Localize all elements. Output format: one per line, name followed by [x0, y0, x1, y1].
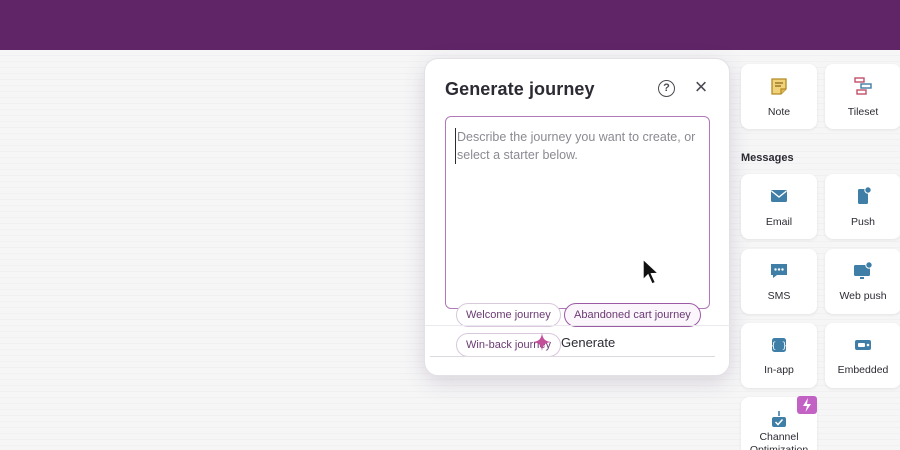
- journey-prompt-textarea[interactable]: Describe the journey you want to create,…: [445, 116, 710, 357]
- tile-embedded[interactable]: Embedded: [825, 323, 900, 388]
- dialog-title: Generate journey: [445, 79, 595, 99]
- tileset-icon: [854, 77, 872, 95]
- tile-email[interactable]: Email: [741, 174, 817, 239]
- generate-journey-dialog: Generate journey ? × Describe the journe…: [424, 58, 731, 376]
- tile-note[interactable]: Note: [741, 64, 817, 129]
- in-app-icon: { }: [771, 338, 787, 352]
- tile-sms[interactable]: SMS: [741, 249, 817, 314]
- tile-label: Note: [767, 106, 791, 118]
- tile-label: Tileset: [847, 106, 879, 118]
- generate-button[interactable]: Generate: [533, 329, 615, 355]
- email-icon: [771, 190, 787, 202]
- prompt-placeholder: Describe the journey you want to create,…: [455, 128, 700, 164]
- tile-label: Embedded: [837, 364, 889, 376]
- top-bar: [0, 0, 900, 50]
- tile-label: In-app: [764, 364, 794, 376]
- channel-optimization-icon: [772, 411, 786, 427]
- messages-section-heading: Messages: [741, 152, 794, 164]
- tile-label: Web push: [839, 290, 887, 302]
- tile-label: Email: [765, 216, 793, 228]
- tile-label: Channel Optimization: [749, 431, 809, 450]
- tile-web-push[interactable]: Web push: [825, 249, 900, 314]
- sms-icon: [771, 264, 787, 278]
- tile-label: SMS: [767, 290, 791, 302]
- starter-chip-welcome[interactable]: Welcome journey: [456, 303, 561, 327]
- close-icon[interactable]: ×: [691, 76, 711, 98]
- embedded-icon: [855, 340, 871, 350]
- web-push-icon: [854, 261, 873, 279]
- tile-in-app[interactable]: { } In-app: [741, 323, 817, 388]
- help-circle-icon[interactable]: ?: [658, 80, 675, 97]
- svg-text:{ }: { }: [771, 342, 787, 352]
- tile-tileset[interactable]: Tileset: [825, 64, 900, 129]
- tile-label: Push: [851, 216, 875, 228]
- generate-label: Generate: [561, 334, 616, 350]
- push-icon: [858, 186, 872, 204]
- mouse-cursor-icon: [642, 258, 661, 285]
- starter-chip-abandoned-cart[interactable]: Abandoned cart journey: [564, 303, 701, 327]
- note-icon: [771, 78, 787, 95]
- lightning-badge-icon: [797, 396, 817, 414]
- divider: [425, 325, 731, 326]
- tile-push[interactable]: Push: [825, 174, 900, 239]
- divider: [430, 356, 715, 357]
- sparkle-icon: [533, 333, 551, 351]
